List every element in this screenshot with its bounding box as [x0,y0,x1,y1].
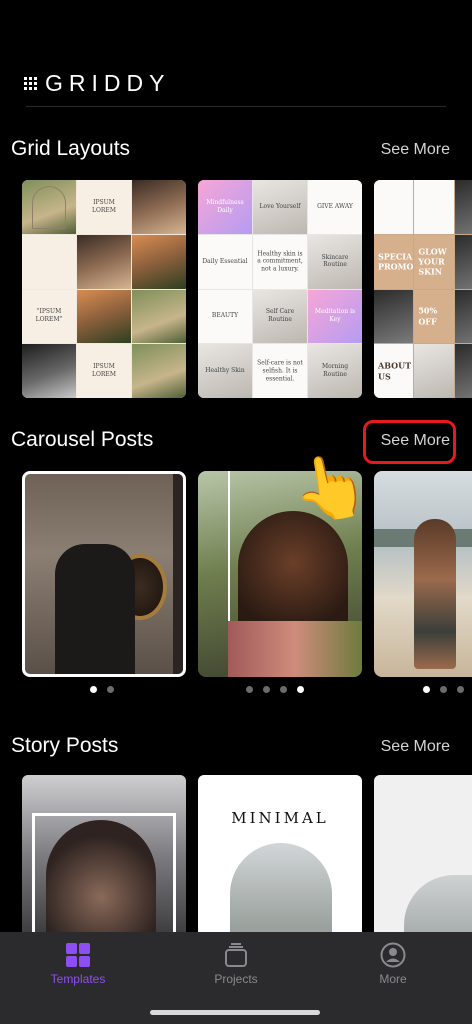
template-tile: Self Care Routine [253,289,307,344]
template-photo [22,344,76,398]
carousel-3-page-dots [423,686,464,693]
template-tile: Morning Routine [308,344,362,398]
template-tile [454,344,472,398]
template-tile [414,344,454,398]
template-tile: BEAUTY [198,289,252,344]
page-dot [297,686,304,693]
template-text-tile: IPSUM LOREM [77,344,131,398]
logo-grid-icon [24,77,37,90]
template-tile: Meditation is Key [308,289,362,344]
tab-more[interactable]: More [343,942,443,986]
template-photo [77,234,131,289]
page-dot [440,686,447,693]
app-title: GRIDDY [45,70,171,96]
template-tile: Skincare Routine [308,234,362,289]
blanket-area [228,621,362,677]
photo-edge [173,474,183,674]
story-card-2[interactable]: MINIMAL [198,775,362,955]
template-photo [77,289,131,344]
section-title-grid-layouts: Grid Layouts [11,137,131,160]
tab-label-projects: Projects [214,972,258,986]
template-text-tile: IPSUM LOREM [77,180,131,234]
carousel-2-page-dots [246,686,304,693]
template-photo [132,180,186,234]
template-photo [132,344,186,398]
template-tile: GIVE AWAY [308,180,362,234]
tab-projects[interactable]: Projects [186,942,286,986]
grid-layout-card-2[interactable]: Mindfulness Daily Love Yourself GIVE AWA… [198,180,362,398]
template-tile: Daily Essential [198,234,252,289]
template-tile: Healthy skin is a commitment, not a luxu… [253,234,307,289]
template-tile [414,180,454,234]
see-more-grid-layouts-button[interactable]: See More [381,141,450,159]
tab-label-templates: Templates [50,972,106,986]
tab-templates[interactable]: Templates [28,942,128,986]
story-card-3[interactable] [374,775,472,955]
template-tile: ABOUT US [374,344,414,398]
template-tile: Love Yourself [253,180,307,234]
template-tile [454,289,472,344]
page-dot [280,686,287,693]
section-title-carousel-posts: Carousel Posts [11,428,154,451]
template-photo [132,234,186,289]
carousel-card-1[interactable] [22,471,186,677]
template-text-tile [22,234,76,289]
template-photo [22,180,76,234]
story-card-1[interactable] [22,775,186,955]
grid-layout-card-1[interactable]: IPSUM LOREM "IPSUM LOREM" IPSUM LOREM [22,180,186,398]
section-title-story-posts: Story Posts [11,734,119,757]
see-more-highlight-box [363,420,456,464]
stack-icon [223,942,249,968]
grid-layouts-row[interactable]: IPSUM LOREM "IPSUM LOREM" IPSUM LOREM Mi… [22,180,472,398]
template-tile [374,289,414,344]
page-dot [263,686,270,693]
see-more-story-posts-button[interactable]: See More [381,738,450,756]
person-icon [380,942,406,968]
person-silhouette [55,544,135,674]
template-tile: 50% OFF [414,289,454,344]
pointing-hand-icon: 👆 [286,447,375,530]
grid-icon [65,942,91,968]
template-tile [454,234,472,289]
person-figure [414,519,456,669]
template-tile: Healthy Skin [198,344,252,398]
grid-layout-card-3[interactable]: SPECIAL PROMOTION GLOW YOUR SKIN 50% OFF… [374,180,472,398]
header-divider [26,106,446,107]
page-dot [90,686,97,693]
carousel-1-page-dots [90,686,114,693]
tab-label-more: More [379,972,407,986]
template-tile: Self-care is not selfish. It is essentia… [253,344,307,398]
template-photo [132,289,186,344]
page-dot [107,686,114,693]
template-tile: GLOW YOUR SKIN [414,234,454,289]
griddy-logo: GRIDDY [24,70,170,97]
story-title-text: MINIMAL [231,809,329,827]
home-indicator [150,1010,320,1015]
template-tile [374,180,414,234]
page-dot [246,686,253,693]
template-tile: Mindfulness Daily [198,180,252,234]
story-posts-row[interactable]: MINIMAL [22,775,472,955]
page-dot [457,686,464,693]
carousel-card-3[interactable] [374,471,472,677]
page-dot [423,686,430,693]
template-tile [454,180,472,234]
template-tile: SPECIAL PROMOTION [374,234,414,289]
template-text-tile: "IPSUM LOREM" [22,289,76,344]
carousel-posts-row[interactable] [22,471,472,677]
